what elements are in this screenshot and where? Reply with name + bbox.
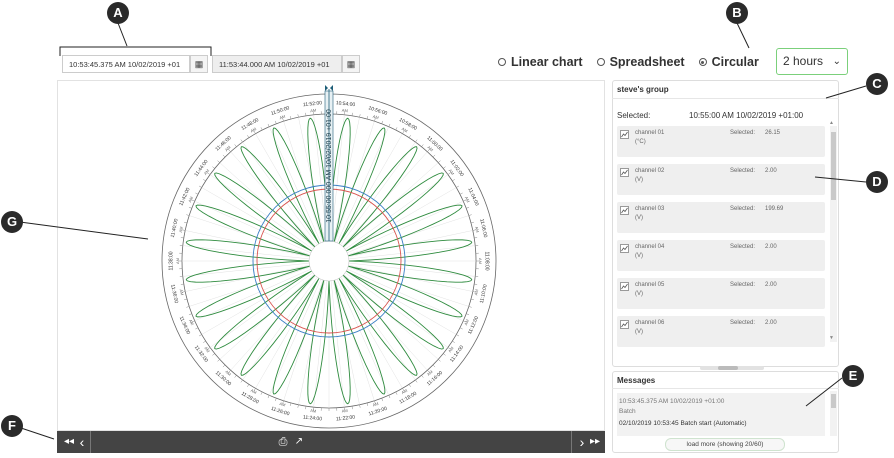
- callout-f: F: [1, 415, 23, 437]
- callout-g: G: [1, 211, 23, 233]
- callout-line-g: [19, 221, 149, 240]
- callout-lines: [19, 22, 867, 440]
- callout-line-d: [814, 176, 867, 183]
- callout-line-c: [825, 85, 867, 99]
- callout-e: E: [842, 365, 864, 387]
- callout-bracket-a: [59, 46, 212, 56]
- callout-line-e: [805, 377, 843, 407]
- callout-c: C: [866, 73, 888, 95]
- callout-a: A: [107, 2, 129, 24]
- callout-line-b: [736, 22, 750, 49]
- callout-line-a: [117, 22, 128, 47]
- callout-b: B: [726, 2, 748, 24]
- callout-line-f: [20, 427, 55, 440]
- callout-d: D: [866, 171, 888, 193]
